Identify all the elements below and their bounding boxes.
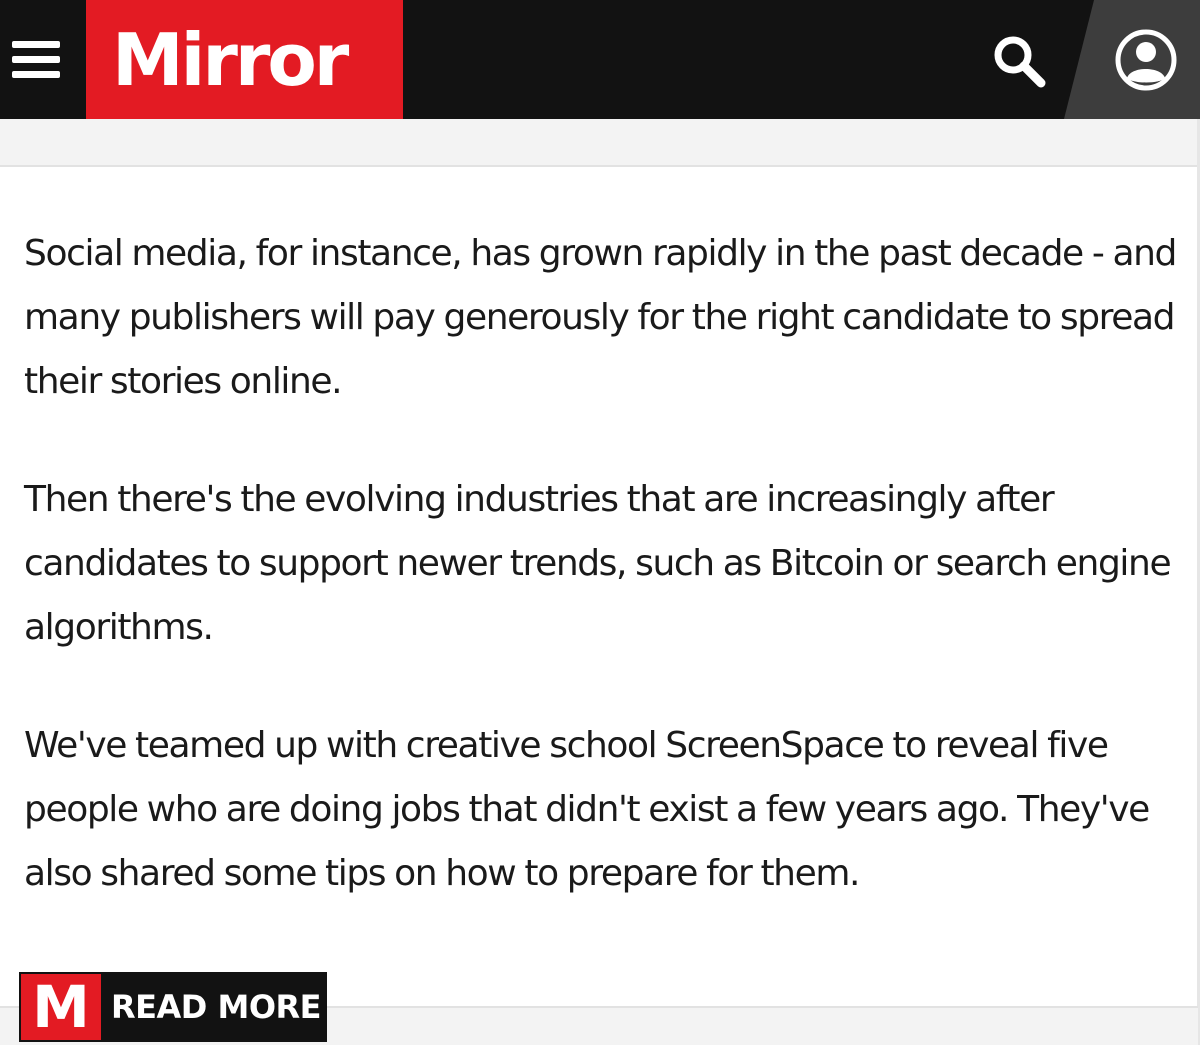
article-body: Social media, for instance, has grown ra… [24, 222, 1189, 960]
page: Mirror Social media, for instance, has g… [0, 0, 1200, 1045]
user-account-icon [1115, 29, 1177, 91]
logo-text: Mirror [112, 18, 349, 102]
article-paragraph: We've teamed up with creative school Scr… [24, 725, 1150, 894]
search-icon [994, 36, 1046, 88]
article-paragraph: Then there's the evolving industries tha… [24, 479, 1172, 648]
mirror-logo[interactable]: Mirror [86, 0, 403, 119]
menu-button[interactable] [0, 0, 86, 119]
header-subbar [0, 119, 1198, 167]
mirror-m-logo: M [21, 974, 101, 1040]
article-paragraph: Social media, for instance, has grown ra… [24, 233, 1177, 402]
search-button[interactable] [988, 30, 1048, 90]
site-header: Mirror [0, 0, 1200, 119]
read-more-button[interactable]: M READ MORE [19, 972, 327, 1042]
account-button[interactable] [1064, 0, 1200, 119]
read-more-label: READ MORE [111, 988, 322, 1026]
mirror-m-letter: M [32, 973, 90, 1041]
